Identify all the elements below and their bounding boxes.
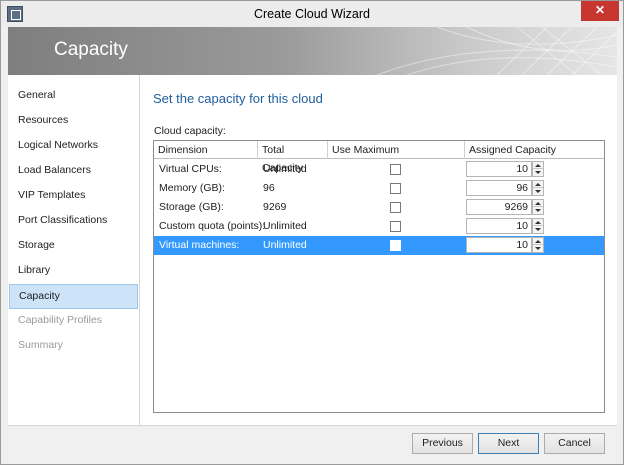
assigned-capacity-stepper[interactable] — [532, 237, 544, 253]
total-capacity-cell: Unlimited — [263, 220, 307, 232]
wizard-sidebar: General Resources Logical Networks Load … — [8, 75, 140, 425]
stepper-up-icon[interactable] — [533, 200, 543, 207]
sidebar-item-vip-templates[interactable]: VIP Templates — [8, 183, 138, 208]
assigned-capacity-input[interactable]: 10 — [466, 237, 532, 253]
section-heading: Set the capacity for this cloud — [153, 91, 323, 106]
use-maximum-checkbox[interactable] — [390, 202, 401, 213]
assigned-capacity-input[interactable]: 9269 — [466, 199, 532, 215]
table-header: Dimension Total Capacity Use Maximum Ass… — [154, 141, 604, 174]
column-header-assigned-capacity[interactable]: Assigned Capacity — [465, 141, 604, 159]
total-capacity-cell: 9269 — [263, 201, 287, 213]
table-row[interactable]: Virtual CPUs: Unlimited 10 — [154, 160, 604, 179]
sidebar-item-logical-networks[interactable]: Logical Networks — [8, 133, 138, 158]
total-capacity-cell: Unlimited — [263, 239, 307, 251]
total-capacity-cell: Unlimited — [263, 163, 307, 175]
table-row[interactable]: Custom quota (points): Unlimited 10 — [154, 217, 604, 236]
assigned-capacity-input[interactable]: 96 — [466, 180, 532, 196]
sidebar-item-capacity[interactable]: Capacity — [9, 284, 138, 309]
dimension-cell: Virtual CPUs: — [159, 163, 222, 175]
sidebar-item-load-balancers[interactable]: Load Balancers — [8, 158, 138, 183]
use-maximum-checkbox[interactable] — [390, 183, 401, 194]
main-content: Set the capacity for this cloud Cloud ca… — [140, 75, 617, 425]
page-title: Capacity — [54, 39, 128, 60]
total-capacity-cell: 96 — [263, 182, 275, 194]
use-maximum-checkbox[interactable] — [390, 164, 401, 175]
stepper-down-icon[interactable] — [533, 207, 543, 214]
wizard-footer: Previous Next Cancel — [8, 425, 617, 459]
cancel-button[interactable]: Cancel — [544, 433, 605, 454]
table-row[interactable]: Storage (GB): 9269 9269 — [154, 198, 604, 217]
assigned-capacity-input[interactable]: 10 — [466, 218, 532, 234]
stepper-up-icon[interactable] — [533, 219, 543, 226]
sidebar-item-general[interactable]: General — [8, 83, 138, 108]
stepper-down-icon[interactable] — [533, 245, 543, 252]
stepper-up-icon[interactable] — [533, 162, 543, 169]
assigned-capacity-stepper[interactable] — [532, 218, 544, 234]
stepper-down-icon[interactable] — [533, 188, 543, 195]
previous-button[interactable]: Previous — [412, 433, 473, 454]
dimension-cell: Memory (GB): — [159, 182, 225, 194]
dimension-cell: Custom quota (points): — [159, 220, 266, 232]
sidebar-item-port-classifications[interactable]: Port Classifications — [8, 208, 138, 233]
column-header-dimension[interactable]: Dimension — [154, 141, 258, 159]
column-header-use-maximum[interactable]: Use Maximum — [328, 141, 465, 159]
sidebar-item-storage[interactable]: Storage — [8, 233, 138, 258]
column-header-total-capacity[interactable]: Total Capacity — [258, 141, 328, 174]
window-title: Create Cloud Wizard — [253, 7, 370, 21]
stepper-down-icon[interactable] — [533, 226, 543, 233]
use-maximum-checkbox[interactable] — [390, 221, 401, 232]
banner-decoration-icon — [376, 27, 617, 75]
use-maximum-checkbox[interactable] — [390, 240, 401, 251]
title-bar: Create Cloud Wizard ✕ — [1, 1, 623, 27]
assigned-capacity-stepper[interactable] — [532, 199, 544, 215]
capacity-table: Dimension Total Capacity Use Maximum Ass… — [153, 140, 605, 413]
page-banner: Capacity — [8, 27, 617, 75]
stepper-up-icon[interactable] — [533, 181, 543, 188]
stepper-down-icon[interactable] — [533, 169, 543, 176]
cloud-capacity-label: Cloud capacity: — [154, 125, 226, 137]
stepper-up-icon[interactable] — [533, 238, 543, 245]
dimension-cell: Virtual machines: — [159, 239, 240, 251]
assigned-capacity-stepper[interactable] — [532, 161, 544, 177]
assigned-capacity-input[interactable]: 10 — [466, 161, 532, 177]
table-row[interactable]: Memory (GB): 96 96 — [154, 179, 604, 198]
sidebar-item-library[interactable]: Library — [8, 258, 138, 283]
sidebar-item-summary: Summary — [18, 339, 63, 351]
sidebar-item-capability-profiles: Capability Profiles — [18, 314, 103, 326]
sidebar-item-resources[interactable]: Resources — [8, 108, 138, 133]
close-button[interactable]: ✕ — [581, 1, 619, 21]
next-button[interactable]: Next — [478, 433, 539, 454]
table-row-selected[interactable]: Virtual machines: Unlimited 10 — [154, 236, 604, 255]
assigned-capacity-stepper[interactable] — [532, 180, 544, 196]
wizard-window: Create Cloud Wizard ✕ Capacity General R… — [0, 0, 624, 465]
dimension-cell: Storage (GB): — [159, 201, 224, 213]
